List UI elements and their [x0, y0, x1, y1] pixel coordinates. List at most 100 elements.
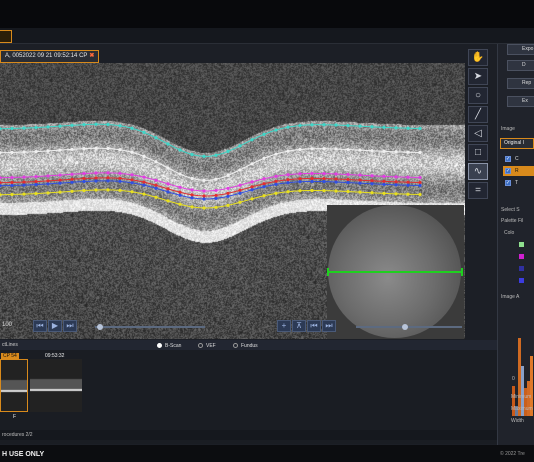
layer-control-point[interactable]: [418, 175, 422, 180]
next-icon[interactable]: ⏭: [322, 320, 336, 332]
layer-control-point[interactable]: [370, 174, 374, 178]
layer-control-point[interactable]: [226, 203, 230, 207]
layer-control-point[interactable]: [10, 150, 14, 155]
palette-swatch[interactable]: [519, 266, 524, 271]
layer-control-point[interactable]: [70, 180, 74, 184]
layer-control-point[interactable]: [406, 192, 410, 196]
layer-control-point[interactable]: [22, 175, 26, 179]
rnfl-layer-line[interactable]: [0, 147, 421, 181]
layer-control-point[interactable]: [118, 176, 122, 181]
layer-control-point[interactable]: [154, 195, 158, 199]
equal-tool-icon[interactable]: =: [468, 182, 488, 199]
layer-control-point[interactable]: [34, 174, 38, 179]
layer-control-point[interactable]: [166, 187, 170, 191]
layer-control-point[interactable]: [382, 125, 386, 129]
layer-control-point[interactable]: [130, 126, 134, 130]
layer-control-point[interactable]: [0, 184, 2, 188]
layer-control-point[interactable]: [382, 191, 386, 195]
layer-control-point[interactable]: [166, 190, 170, 194]
layer-item[interactable]: ✓ T: [503, 178, 534, 188]
checkbox-icon[interactable]: ✓: [505, 156, 511, 162]
radio-bscan[interactable]: B-Scan: [157, 343, 181, 349]
image-title-tab[interactable]: A, 0052022 09 21 09:52:14 CP ✖: [0, 50, 100, 63]
palette-swatch[interactable]: [519, 254, 524, 259]
checkbox-icon[interactable]: ✓: [505, 168, 511, 174]
layer-control-point[interactable]: [406, 180, 410, 184]
layer-control-point[interactable]: [190, 176, 194, 181]
layer-control-point[interactable]: [46, 182, 50, 186]
bscan-thumbnail-selected[interactable]: [0, 359, 28, 412]
layer-control-point[interactable]: [286, 149, 290, 153]
layer-control-point[interactable]: [106, 122, 110, 127]
layer-control-point[interactable]: [166, 166, 170, 170]
layer-control-point[interactable]: [322, 176, 326, 181]
polygon-tool-icon[interactable]: ◁: [468, 125, 488, 142]
layer-control-point[interactable]: [178, 172, 182, 176]
layer-control-point[interactable]: [58, 190, 62, 194]
layer-control-point[interactable]: [418, 192, 422, 197]
layer-control-point[interactable]: [106, 171, 110, 175]
layer-control-point[interactable]: [82, 171, 86, 176]
layer-control-point[interactable]: [238, 183, 242, 187]
layer-control-point[interactable]: [142, 175, 146, 179]
layer-control-point[interactable]: [298, 177, 302, 181]
layer-control-point[interactable]: [262, 156, 266, 160]
layer-control-point[interactable]: [22, 183, 26, 187]
layer-control-point[interactable]: [394, 180, 398, 184]
layer-control-point[interactable]: [370, 182, 374, 186]
layer-control-point[interactable]: [310, 147, 314, 151]
layer-control-point[interactable]: [250, 185, 254, 189]
layer-control-point[interactable]: [274, 152, 278, 156]
layer-control-point[interactable]: [394, 183, 398, 187]
layer-control-point[interactable]: [130, 173, 134, 177]
layer-control-point[interactable]: [178, 148, 182, 152]
layer-control-point[interactable]: [82, 147, 86, 151]
layer-control-point[interactable]: [154, 183, 158, 187]
layer-control-point[interactable]: [310, 123, 314, 127]
layer-control-point[interactable]: [382, 174, 386, 178]
layer-control-point[interactable]: [202, 206, 206, 210]
layer-control-point[interactable]: [82, 123, 86, 127]
layer-control-point[interactable]: [0, 151, 2, 155]
layer-control-point[interactable]: [34, 149, 38, 154]
layer-control-point[interactable]: [250, 180, 254, 184]
layer-control-point[interactable]: [250, 162, 254, 166]
layer-control-point[interactable]: [118, 179, 122, 184]
layer-control-point[interactable]: [286, 178, 290, 182]
radio-dot[interactable]: [233, 343, 238, 348]
layer-control-point[interactable]: [142, 180, 146, 184]
layer-control-point[interactable]: [0, 193, 2, 197]
layer-control-point[interactable]: [382, 179, 386, 183]
play-icon[interactable]: ▶: [48, 320, 62, 332]
layer-control-point[interactable]: [250, 138, 254, 142]
layer-control-point[interactable]: [346, 180, 350, 185]
layer-control-point[interactable]: [34, 191, 38, 196]
prev-icon[interactable]: ⏮: [307, 320, 321, 332]
layer-control-point[interactable]: [322, 188, 326, 193]
ellipse-tool-icon[interactable]: ○: [468, 87, 488, 104]
layer-control-point[interactable]: [262, 185, 266, 189]
layer-control-point[interactable]: [322, 147, 326, 151]
layer-control-point[interactable]: [10, 126, 14, 131]
layer-control-point[interactable]: [202, 194, 206, 198]
layer-control-point[interactable]: [358, 124, 362, 128]
fit-icon[interactable]: ⊼: [292, 320, 306, 332]
layer-control-point[interactable]: [166, 142, 170, 146]
layer-control-point[interactable]: [118, 188, 122, 193]
layer-control-point[interactable]: [370, 149, 374, 153]
layer-control-point[interactable]: [286, 125, 290, 129]
layer-control-point[interactable]: [166, 199, 170, 203]
layer-control-point[interactable]: [310, 179, 314, 184]
layer-control-point[interactable]: [214, 196, 218, 201]
layer-control-point[interactable]: [190, 188, 194, 192]
layer-control-point[interactable]: [406, 126, 410, 130]
layer-control-point[interactable]: [334, 172, 338, 176]
layer-control-point[interactable]: [70, 172, 74, 176]
image-section-header[interactable]: Image: [501, 126, 515, 132]
layer-control-point[interactable]: [178, 193, 182, 197]
layer-control-point[interactable]: [286, 173, 290, 177]
layer-control-point[interactable]: [46, 179, 50, 183]
radio-fundus[interactable]: Fundus: [233, 343, 258, 349]
layer-control-point[interactable]: [370, 179, 374, 183]
layer-control-point[interactable]: [82, 179, 86, 184]
